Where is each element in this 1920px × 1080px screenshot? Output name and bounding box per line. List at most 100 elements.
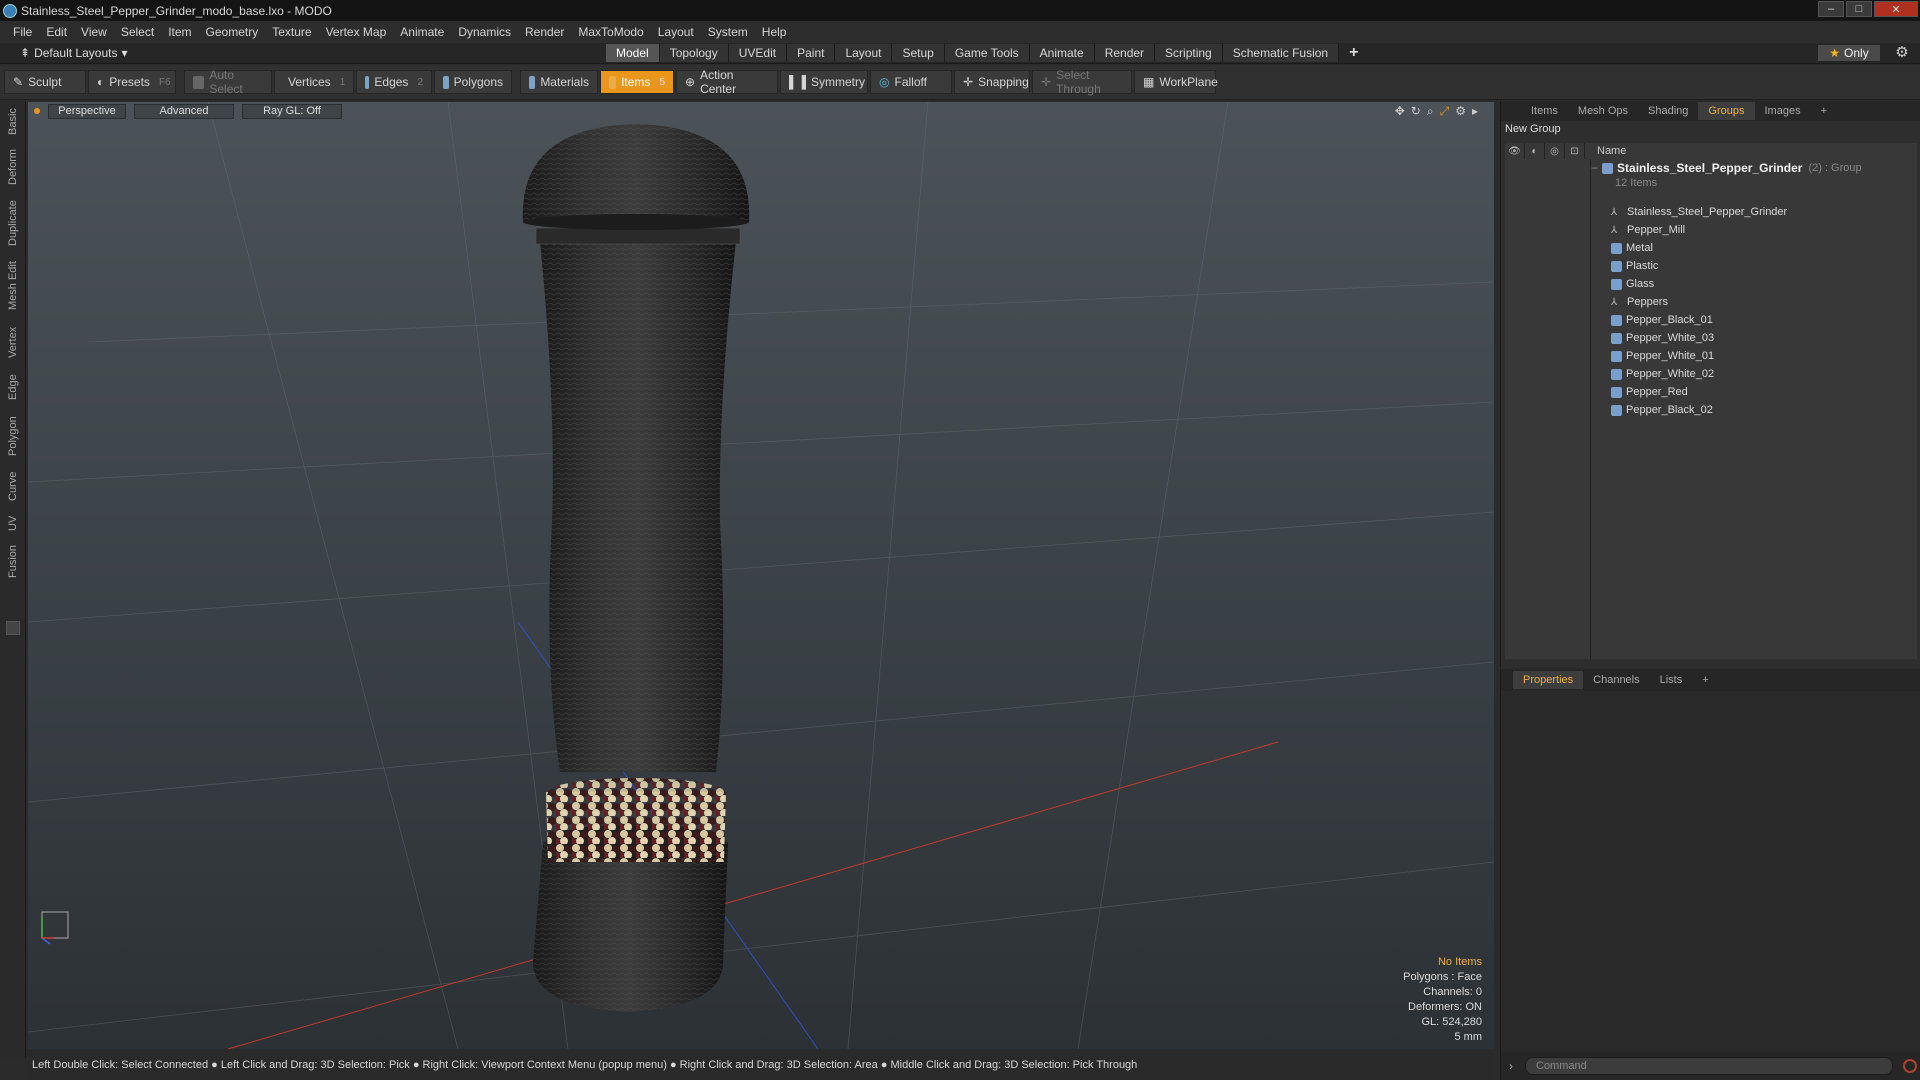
- items-button[interactable]: Items 5: [600, 70, 674, 94]
- new-group-button[interactable]: New Group: [1501, 121, 1920, 137]
- list-item[interactable]: Pepper_Red: [1591, 383, 1688, 401]
- presets-button[interactable]: ◐ Presets F6: [88, 70, 176, 94]
- left-tab-polygon[interactable]: Polygon: [4, 411, 22, 461]
- menu-vertex-map[interactable]: Vertex Map: [319, 25, 394, 39]
- command-input[interactable]: Command: [1525, 1057, 1893, 1075]
- list-item[interactable]: ⅄ Pepper_Mill: [1591, 221, 1685, 239]
- stop-icon[interactable]: [1903, 1059, 1917, 1073]
- list-item[interactable]: Plastic: [1591, 257, 1658, 275]
- menu-texture[interactable]: Texture: [265, 25, 318, 39]
- snapping-button[interactable]: ✛ Snapping: [954, 70, 1030, 94]
- add-bottom-tab-button[interactable]: +: [1692, 671, 1718, 689]
- zoom-view-icon[interactable]: ⌕: [1427, 104, 1434, 119]
- falloff-button[interactable]: ◎ Falloff: [870, 70, 952, 94]
- tab-game-tools[interactable]: Game Tools: [944, 44, 1030, 62]
- viewport-arrow-icon[interactable]: ▸: [1472, 104, 1478, 119]
- left-tab-edge[interactable]: Edge: [4, 369, 22, 405]
- tab-images[interactable]: Images: [1755, 102, 1811, 120]
- menu-geometry[interactable]: Geometry: [199, 25, 266, 39]
- tab-model[interactable]: Model: [606, 44, 660, 62]
- menu-file[interactable]: File: [6, 25, 39, 39]
- raygl-toggle[interactable]: Ray GL: Off: [242, 103, 342, 119]
- maximize-button[interactable]: □: [1846, 1, 1872, 17]
- left-tab-mesh-edit[interactable]: Mesh Edit: [4, 257, 22, 315]
- tab-properties[interactable]: Properties: [1513, 671, 1584, 689]
- menu-system[interactable]: System: [701, 25, 755, 39]
- render-icon[interactable]: ◎: [1545, 143, 1565, 159]
- menu-render[interactable]: Render: [518, 25, 571, 39]
- gear-icon[interactable]: ⚙: [1894, 45, 1910, 61]
- polygons-button[interactable]: Polygons: [434, 70, 512, 94]
- eye-icon[interactable]: 👁: [1505, 143, 1525, 159]
- tab-setup[interactable]: Setup: [892, 44, 945, 62]
- add-tab-button[interactable]: +: [1339, 44, 1368, 62]
- list-item[interactable]: Pepper_White_03: [1591, 329, 1714, 347]
- select-icon[interactable]: ⊡: [1565, 143, 1585, 159]
- viewport-gear-icon[interactable]: ⚙: [1455, 104, 1466, 119]
- select-through-button[interactable]: ✛ Select Through: [1032, 68, 1132, 96]
- left-tab-vertex[interactable]: Vertex: [4, 321, 22, 363]
- rotate-view-icon[interactable]: ↻: [1411, 104, 1421, 119]
- auto-select-button[interactable]: Auto Select: [184, 68, 272, 96]
- shading-advanced-dropdown[interactable]: Advanced: [134, 103, 234, 119]
- tab-uvedit[interactable]: UVEdit: [728, 44, 788, 62]
- list-item[interactable]: ⅄ Stainless_Steel_Pepper_Grinder: [1591, 203, 1787, 221]
- menu-maxtomodo[interactable]: MaxToModo: [571, 25, 650, 39]
- close-button[interactable]: ✕: [1874, 1, 1918, 17]
- tab-lists[interactable]: Lists: [1650, 671, 1693, 689]
- menu-select[interactable]: Select: [114, 25, 161, 39]
- view-perspective-dropdown[interactable]: Perspective: [48, 103, 126, 119]
- group-row[interactable]: − Stainless_Steel_Pepper_Grinder (2) : G…: [1591, 161, 1911, 189]
- collapse-icon[interactable]: −: [1591, 161, 1598, 175]
- tab-animate[interactable]: Animate: [1029, 44, 1095, 62]
- tab-items[interactable]: Items: [1521, 102, 1568, 120]
- list-item[interactable]: Metal: [1591, 239, 1653, 257]
- 3d-viewport[interactable]: Perspective Advanced Ray GL: Off ✥ ↻ ⌕ ⤢…: [28, 102, 1494, 1049]
- list-item[interactable]: Pepper_White_01: [1591, 347, 1714, 365]
- menu-view[interactable]: View: [74, 25, 114, 39]
- tab-mesh-ops[interactable]: Mesh Ops: [1568, 102, 1638, 120]
- tab-channels[interactable]: Channels: [1583, 671, 1649, 689]
- tab-shading[interactable]: Shading: [1638, 102, 1698, 120]
- tab-scripting[interactable]: Scripting: [1155, 44, 1223, 62]
- lock-icon[interactable]: ◐: [1525, 143, 1545, 159]
- only-button[interactable]: ★ Only: [1818, 45, 1880, 61]
- menu-layout[interactable]: Layout: [651, 25, 701, 39]
- menu-edit[interactable]: Edit: [39, 25, 74, 39]
- left-tab-fusion[interactable]: Fusion: [4, 541, 22, 581]
- menu-animate[interactable]: Animate: [393, 25, 451, 39]
- tab-render[interactable]: Render: [1094, 44, 1156, 62]
- left-tab-deform[interactable]: Deform: [4, 145, 22, 189]
- tab-topology[interactable]: Topology: [659, 44, 729, 62]
- default-layouts-dropdown[interactable]: ⇞ Default Layouts ▾: [14, 45, 133, 61]
- menu-dynamics[interactable]: Dynamics: [451, 25, 518, 39]
- tab-layout[interactable]: Layout: [835, 44, 893, 62]
- action-center-button[interactable]: ⊕ Action Center: [676, 68, 778, 96]
- menu-item[interactable]: Item: [161, 25, 198, 39]
- left-tab-basic[interactable]: Basic: [4, 105, 22, 139]
- tab-paint[interactable]: Paint: [787, 44, 836, 62]
- menu-help[interactable]: Help: [755, 25, 794, 39]
- pepper-grinder-model[interactable]: [522, 124, 750, 1012]
- panel-toggle-button[interactable]: [6, 621, 20, 635]
- materials-button[interactable]: Materials: [520, 70, 598, 94]
- left-tab-curve[interactable]: Curve: [4, 467, 22, 505]
- tab-groups[interactable]: Groups: [1698, 102, 1755, 120]
- symmetry-button[interactable]: ▌▐ Symmetry: [780, 70, 868, 94]
- name-column-header[interactable]: Name: [1585, 145, 1626, 157]
- left-tab-duplicate[interactable]: Duplicate: [4, 195, 22, 251]
- list-item[interactable]: Pepper_White_02: [1591, 365, 1714, 383]
- left-tab-uv[interactable]: UV: [4, 511, 22, 535]
- vertices-button[interactable]: Vertices 1: [274, 70, 354, 94]
- minimize-button[interactable]: –: [1818, 1, 1844, 17]
- add-panel-tab-button[interactable]: +: [1811, 102, 1837, 120]
- tab-schematic-fusion[interactable]: Schematic Fusion: [1222, 44, 1340, 62]
- list-item[interactable]: Glass: [1591, 275, 1654, 293]
- workplane-button[interactable]: ▦ WorkPlane: [1134, 70, 1218, 94]
- move-view-icon[interactable]: ✥: [1395, 104, 1405, 119]
- list-item[interactable]: Pepper_Black_01: [1591, 311, 1713, 329]
- list-item[interactable]: Pepper_Black_02: [1591, 401, 1713, 419]
- fit-view-icon[interactable]: ⤢: [1440, 104, 1450, 119]
- list-item[interactable]: ⅄ Peppers: [1591, 293, 1668, 311]
- sculpt-button[interactable]: ✎ Sculpt: [4, 70, 86, 94]
